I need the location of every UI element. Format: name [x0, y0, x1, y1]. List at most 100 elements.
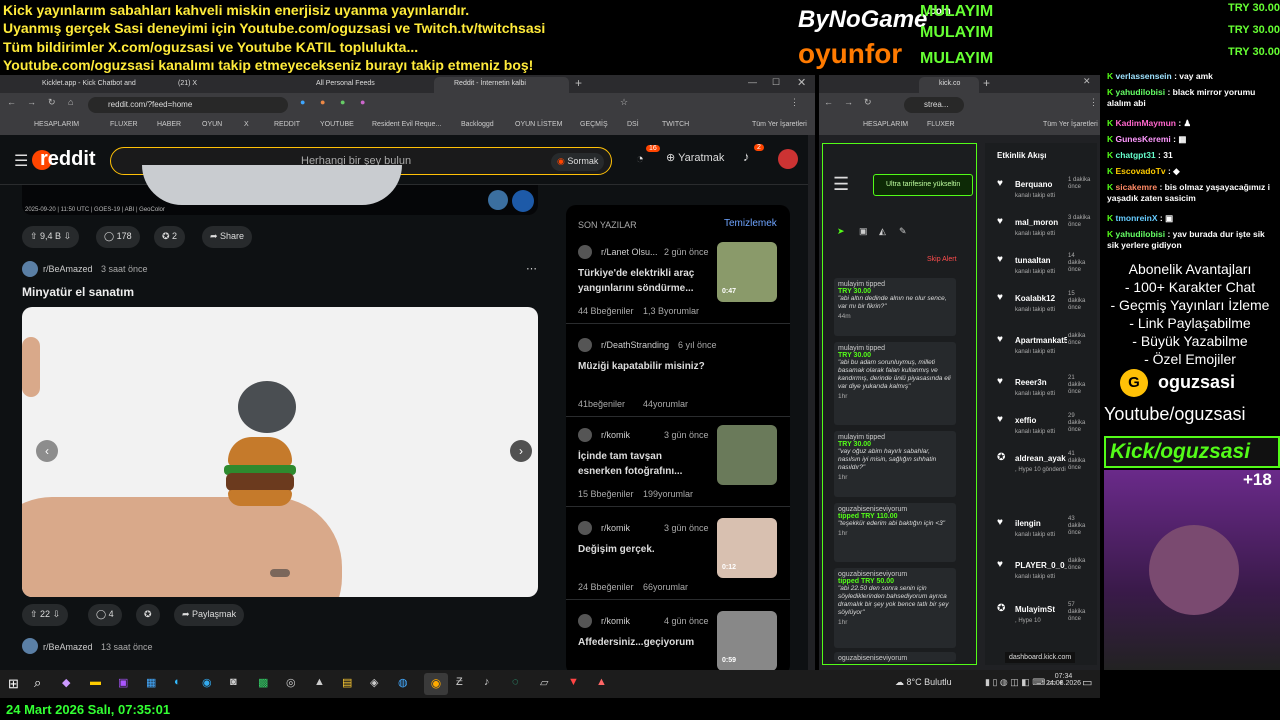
tip-card[interactable]: mulayim tipped TRY 30.00 "abi bu adam soru… — [834, 342, 956, 425]
activity-item[interactable]: ♥ Koalabk12 kanalı takip etti 15 dakika önc… — [990, 290, 1090, 326]
recent-post-title[interactable]: Değişim gerçek. — [578, 542, 704, 557]
tab-x[interactable]: (21) X — [158, 77, 293, 93]
activity-item[interactable]: ♥ Reeer3n kanalı takip etti 21 dakika önce — [990, 374, 1090, 410]
activity-item[interactable]: ♥ Berquano kanalı takip etti 1 dakika önce — [990, 176, 1090, 212]
avatar[interactable] — [778, 149, 798, 169]
activity-item[interactable]: ♥ xeffio kanalı takip etti 29 dakika önce — [990, 412, 1090, 448]
hamburger-icon[interactable]: ☰ — [14, 151, 28, 171]
bookmark-oyun-listem[interactable]: OYUN LİSTEM — [515, 121, 562, 128]
post-title[interactable]: Minyatür el sanatım — [22, 285, 134, 299]
bookmark-fluxer[interactable]: FLUXER — [927, 121, 955, 128]
share-button[interactable]: ➦ Share — [202, 226, 253, 248]
pen-icon[interactable]: ✎ — [899, 226, 907, 237]
recent-post-subreddit[interactable]: r/komik — [601, 616, 630, 626]
reload-icon[interactable]: ↻ — [864, 97, 872, 108]
comments-button[interactable]: ◯ 4 — [88, 604, 122, 626]
hamburger-icon[interactable]: ☰ — [833, 174, 849, 195]
post-options-icon[interactable]: ⋯ — [526, 262, 537, 275]
activity-item[interactable]: ✪ aldrean_ayak , Hype 10 gönderdi 41 dakika… — [990, 450, 1090, 486]
upgrade-banner[interactable]: Ultra tarifesine yükseltin — [873, 174, 973, 196]
tiktok-icon[interactable]: ♪ — [484, 676, 490, 688]
app-icon[interactable]: ◈ — [370, 676, 378, 689]
obs-icon[interactable]: ◎ — [286, 676, 296, 689]
recent-post-thumbnail[interactable] — [717, 425, 777, 485]
bookmark-dsi[interactable]: DSİ — [627, 121, 639, 128]
app-icon[interactable]: ▲ — [596, 676, 607, 688]
extension-icon[interactable]: ● — [300, 97, 305, 107]
app-icon[interactable]: ▦ — [146, 676, 156, 689]
weather-widget[interactable]: ☁ 8°C Bulutlu — [895, 677, 952, 688]
carousel-next-icon[interactable]: › — [510, 440, 532, 462]
back-icon[interactable]: ← — [824, 97, 833, 107]
skip-alert-button[interactable]: Skip Alert — [927, 256, 957, 263]
activity-item[interactable]: ♥ mal_moron kanalı takip etti 3 dakika önce — [990, 214, 1090, 250]
notes-icon[interactable]: ▤ — [342, 676, 352, 689]
search-icon[interactable]: ⌕ — [34, 675, 41, 691]
bookmark-youtube[interactable]: YOUTUBE — [320, 121, 354, 128]
extension-icon[interactable]: ● — [360, 97, 365, 107]
recent-post-title[interactable]: Müziği kapatabilir misiniz? — [578, 359, 778, 374]
send-icon[interactable]: ➤ — [837, 226, 845, 237]
tip-card[interactable]: oguzabiseniseviyorum tipped TRY 50.00 "abi… — [834, 568, 956, 648]
tab-kicklet[interactable]: Kicklet.app - Kick Chatbot and — [22, 77, 157, 93]
bookmark-fluxer[interactable]: FLUXER — [110, 121, 138, 128]
bookmark-all[interactable]: Tüm Yer İşaretleri — [1043, 121, 1098, 128]
tab-personal-feeds[interactable]: All Personal Feeds — [296, 77, 431, 93]
subreddit-avatar[interactable] — [22, 638, 38, 654]
activity-item[interactable]: ♥ tunaaltan kanalı takip etti 14 dakika önc… — [990, 252, 1090, 288]
notification-icon[interactable]: ▭ — [1082, 676, 1092, 689]
tip-card[interactable]: mulayim tipped TRY 30.00 "vay oğuz abim ha… — [834, 431, 956, 497]
post-image-miniature[interactable]: ‹ › — [22, 307, 538, 597]
recent-post-subreddit[interactable]: r/komik — [601, 430, 630, 440]
address-bar[interactable]: reddit.com/?feed=home — [88, 97, 288, 113]
vote-button[interactable]: ⇧ 9,4 B ⇩ — [22, 226, 80, 248]
menu-icon[interactable]: ⋮ — [790, 97, 799, 108]
bookmark-twitch[interactable]: TWITCH — [662, 121, 689, 128]
tab-kick[interactable]: kick.co — [919, 77, 979, 93]
recent-post-subreddit[interactable]: r/komik — [601, 523, 630, 533]
app-icon[interactable]: ▱ — [540, 676, 548, 689]
app-icon[interactable]: ◆ — [62, 676, 70, 689]
kick-address-bar[interactable]: strea... — [904, 97, 964, 113]
bookmark-resident-evil[interactable]: Resident Evil Reque... — [372, 121, 441, 128]
bookmark-hesaplarim[interactable]: HESAPLARIM — [34, 121, 79, 128]
minimize-icon[interactable]: — — [748, 77, 757, 87]
back-icon[interactable]: ← — [7, 97, 16, 107]
forward-icon[interactable]: → — [844, 97, 853, 107]
app-icon[interactable]: Ƶ — [456, 676, 463, 688]
activity-item[interactable]: ♥ Apartmankat5 kanalı takip etti dakika önc… — [990, 332, 1090, 368]
recent-post-subreddit[interactable]: r/DeathStranding — [601, 340, 669, 350]
menu-icon[interactable]: ⋮ — [1089, 97, 1098, 108]
edge-icon[interactable]: ◉ — [202, 676, 212, 689]
app-icon[interactable]: ◌ — [512, 676, 519, 688]
subreddit-avatar[interactable] — [22, 261, 38, 277]
extension-icon[interactable]: ● — [340, 97, 345, 107]
tab-reddit[interactable]: Reddit - İnternetin kalbi — [434, 77, 569, 93]
app-icon[interactable]: ▲ — [314, 676, 325, 688]
app-icon[interactable]: ▩ — [258, 676, 268, 689]
reddit-wordmark[interactable]: reddit — [40, 148, 96, 171]
create-button[interactable]: ⊕ Yaratmak — [666, 151, 724, 164]
award-button[interactable]: ✪ 2 — [154, 226, 186, 248]
megaphone-icon[interactable]: ◭ — [879, 226, 886, 237]
activity-item[interactable]: ✪ MulayimSt , Hype 10 57 dakika önce — [990, 601, 1090, 637]
award-button[interactable]: ✪ — [136, 604, 160, 626]
gift-icon[interactable]: ▣ — [859, 226, 868, 237]
onenote-icon[interactable]: ▣ — [118, 676, 128, 689]
close-icon[interactable]: ✕ — [797, 76, 806, 89]
recent-post-title[interactable]: Türkiye'de elektrikli araç yangınlarını … — [578, 266, 704, 296]
bell-icon[interactable]: ♪ — [743, 149, 750, 164]
close-icon[interactable]: ✕ — [1083, 76, 1091, 87]
tip-card[interactable]: mulayim tipped TRY 30.00 "abi altın dedind… — [834, 278, 956, 336]
bookmark-haber[interactable]: HABER — [157, 121, 181, 128]
comments-button[interactable]: ◯ 178 — [96, 226, 140, 248]
share-button[interactable]: ➦ Paylaşmak — [174, 604, 245, 626]
recent-post-title[interactable]: İçinde tam tavşan esnerken fotoğrafını..… — [578, 449, 704, 479]
maximize-icon[interactable]: ☐ — [772, 77, 780, 88]
extension-icon[interactable]: ● — [320, 97, 325, 107]
forward-icon[interactable]: → — [27, 97, 36, 107]
reload-icon[interactable]: ↻ — [48, 97, 56, 108]
star-icon[interactable]: ☆ — [620, 97, 628, 108]
ask-button[interactable]: ◉ Sormak — [551, 153, 605, 171]
post-subreddit[interactable]: r/BeAmazed — [43, 642, 93, 652]
